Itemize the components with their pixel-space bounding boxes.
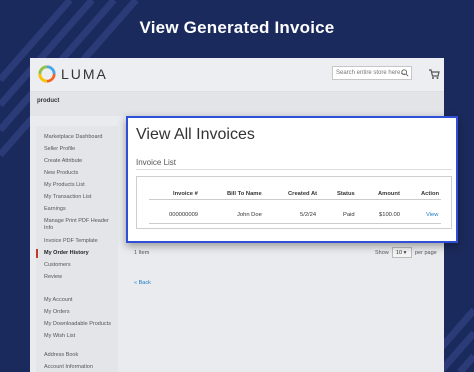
cart-icon[interactable] xyxy=(428,68,440,80)
header-divider xyxy=(149,199,441,200)
back-link[interactable]: « Back xyxy=(134,280,151,286)
column-header-status: Status xyxy=(337,191,355,197)
show-label: Show xyxy=(375,250,389,256)
row-divider xyxy=(149,223,441,224)
logo-text: LUMA xyxy=(61,66,108,82)
account-sidebar: Marketplace Dashboard Seller Profile Cre… xyxy=(36,126,118,372)
breadcrumb-product: product xyxy=(37,98,60,104)
sidebar-item-my-products-list[interactable]: My Products List xyxy=(44,182,116,189)
cell-amount: $100.00 xyxy=(379,212,400,218)
column-header-invoice: Invoice # xyxy=(173,191,198,197)
sidebar-item-customers[interactable]: Customers xyxy=(44,262,116,269)
cell-invoice-number: 000000009 xyxy=(169,212,199,218)
sidebar-item-address-book[interactable]: Address Book xyxy=(44,352,116,359)
sidebar-item-earnings[interactable]: Earnings xyxy=(44,206,116,213)
sidebar-item-downloadable-products[interactable]: My Downloadable Products xyxy=(44,321,116,328)
cell-created-at: 5/2/24 xyxy=(300,212,317,218)
sidebar-item-create-attribute[interactable]: Create Attribute xyxy=(44,158,116,165)
page-title: View All Invoices xyxy=(136,126,255,143)
store-header: LUMA Search entire store here... xyxy=(30,58,444,92)
active-indicator xyxy=(36,249,38,258)
sidebar-item-review[interactable]: Review xyxy=(44,274,116,281)
search-icon[interactable] xyxy=(401,69,409,77)
items-count: 1 Item xyxy=(134,250,150,256)
sidebar-item-my-transaction-list[interactable]: My Transaction List xyxy=(44,194,116,201)
section-title: Invoice List xyxy=(136,158,177,167)
column-header-created-at: Created At xyxy=(288,191,318,197)
cell-bill-to-name: John Doe xyxy=(237,212,262,218)
invoice-table: Invoice # Bill To Name Created At Status… xyxy=(136,176,452,229)
sidebar-item-my-account[interactable]: My Account xyxy=(44,297,116,304)
page-size-select[interactable]: 10 ▾ xyxy=(392,247,412,258)
sidebar-item-invoice-pdf-template[interactable]: Invoice PDF Template xyxy=(44,238,116,245)
cell-status: Paid xyxy=(343,212,355,218)
sidebar-item-wish-list[interactable]: My Wish List xyxy=(44,333,116,340)
sidebar-item-my-order-history[interactable]: My Order History xyxy=(44,250,116,257)
sidebar-item-marketplace-dashboard[interactable]: Marketplace Dashboard xyxy=(44,134,116,141)
per-page-label: per page xyxy=(415,250,437,256)
column-header-bill-to: Bill To Name xyxy=(227,191,262,197)
search-input[interactable]: Search entire store here... xyxy=(332,66,412,80)
sidebar-item-new-products[interactable]: New Products xyxy=(44,170,116,177)
invoices-panel: View All Invoices Invoice List Invoice #… xyxy=(126,116,458,243)
sidebar-item-print-pdf-header[interactable]: Manage Print PDF Header Info xyxy=(44,218,116,232)
banner-title: View Generated Invoice xyxy=(139,18,335,37)
sidebar-item-my-orders[interactable]: My Orders xyxy=(44,309,116,316)
page-size-value: 10 xyxy=(396,250,403,256)
column-header-action: Action xyxy=(421,191,440,197)
luma-logo-icon xyxy=(38,65,56,83)
divider xyxy=(136,169,452,170)
column-header-amount: Amount xyxy=(378,191,400,197)
sidebar-item-seller-profile[interactable]: Seller Profile xyxy=(44,146,116,153)
breadcrumb: product xyxy=(30,92,444,116)
sidebar-item-account-information[interactable]: Account Information xyxy=(44,364,116,371)
view-invoice-link[interactable]: View xyxy=(426,212,438,218)
